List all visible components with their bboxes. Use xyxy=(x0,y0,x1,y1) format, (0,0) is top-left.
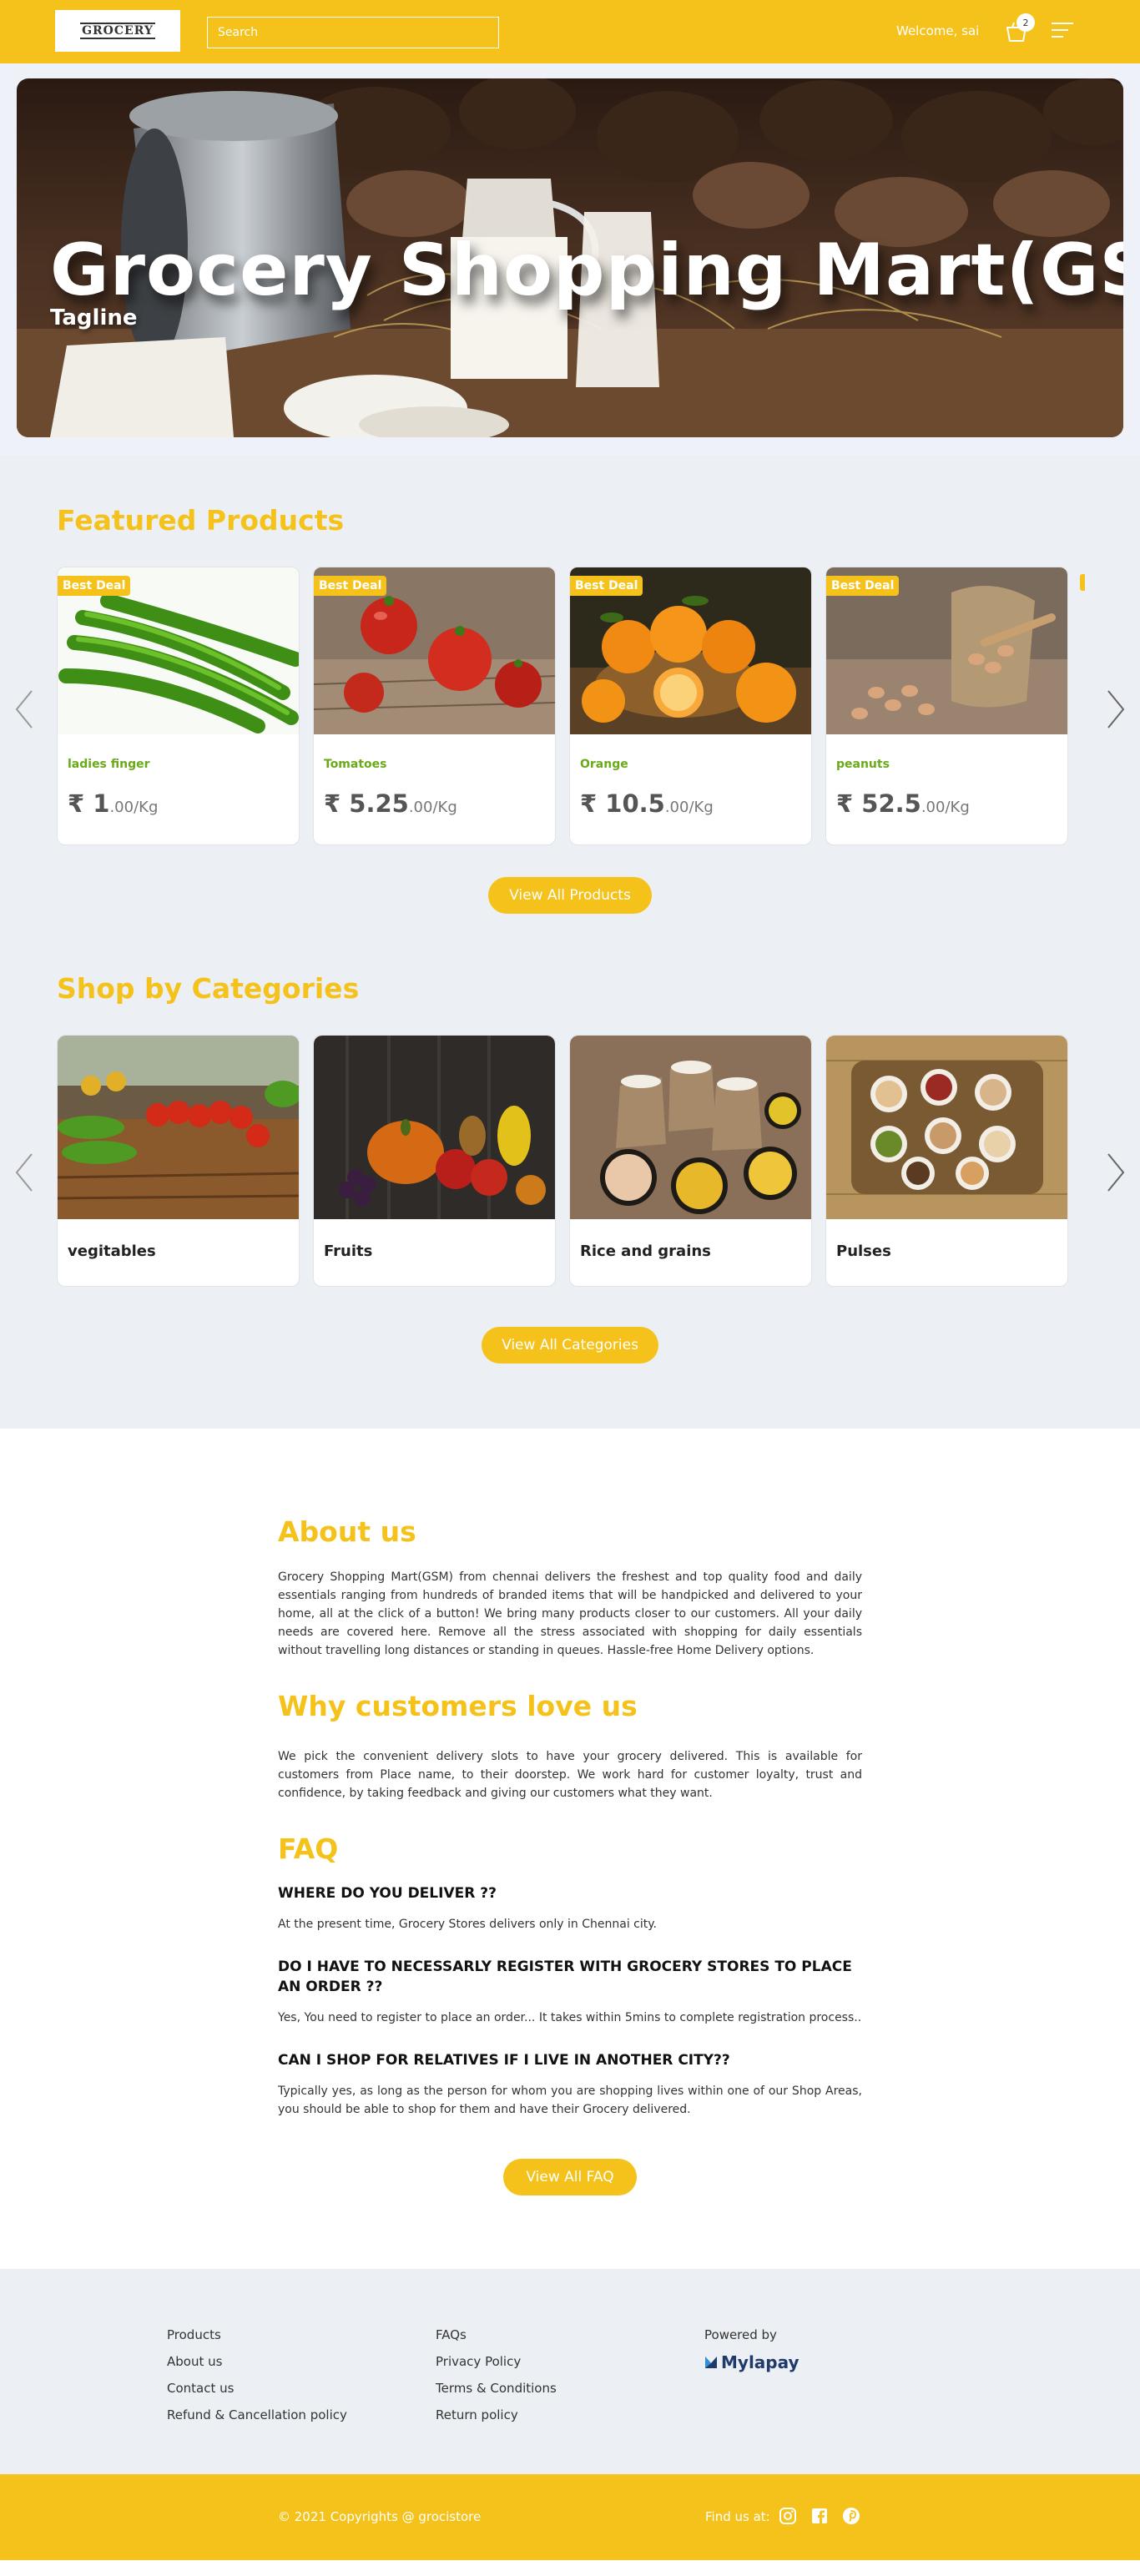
category-image-fruits xyxy=(314,1036,555,1219)
categories-section: Shop by Categories vegitables Fruits Ric… xyxy=(0,942,1140,1429)
product-card[interactable]: Best Deal peanuts ₹ 52.5.00/Kg xyxy=(825,567,1068,845)
faq-answer: Typically yes, as long as the person for… xyxy=(278,2084,862,2116)
copyright-text: © 2021 Copyrights @ grocistore xyxy=(278,2509,482,2524)
mylapay-logo[interactable]: Mylapay xyxy=(704,2352,800,2372)
category-carousel: vegitables Fruits Rice and grains Pulses xyxy=(57,1035,1140,1287)
faq-question: WHERE DO YOU DELIVER ?? xyxy=(278,1885,497,1902)
footer-link-terms[interactable]: Terms & Conditions xyxy=(436,2381,557,2396)
about-section: About us Grocery Shopping Mart(GSM) from… xyxy=(0,1429,1140,2269)
best-deal-badge: Best Deal xyxy=(314,576,387,596)
categories-next-icon[interactable] xyxy=(1107,1152,1125,1192)
footer-bottom-bar: © 2021 Copyrights @ grocistore Find us a… xyxy=(0,2474,1140,2560)
product-name: peanuts xyxy=(836,758,890,771)
price-main: ₹ 1 xyxy=(68,789,110,818)
hero-banner: Grocery Shopping Mart(GSM) Tagline xyxy=(17,78,1123,437)
footer-link-privacy-policy[interactable]: Privacy Policy xyxy=(436,2354,557,2369)
footer-column-1: Products About us Contact us Refund & Ca… xyxy=(167,2327,347,2434)
product-carousel: Best Deal ladies finger ₹ 1.00/Kg Best D… xyxy=(57,567,1140,845)
footer-column-3: Powered by Mylapay xyxy=(704,2327,800,2372)
price-unit: .00/Kg xyxy=(109,799,159,816)
next-card-peek xyxy=(1080,574,1085,591)
product-image-tomatoes: Best Deal xyxy=(314,567,555,734)
category-card[interactable]: vegitables xyxy=(57,1035,300,1287)
why-text: We pick the convenient delivery slots to… xyxy=(278,1750,862,1800)
best-deal-badge: Best Deal xyxy=(58,576,131,596)
footer-link-products[interactable]: Products xyxy=(167,2327,347,2342)
welcome-text: Welcome, sai xyxy=(896,23,980,38)
facebook-icon[interactable] xyxy=(810,2506,830,2526)
cart-count-badge: 2 xyxy=(1016,13,1035,32)
footer-link-contact-us[interactable]: Contact us xyxy=(167,2381,347,2396)
faq-answer: At the present time, Grocery Stores deli… xyxy=(278,1918,658,1931)
menu-icon[interactable] xyxy=(1050,20,1075,40)
category-name: Fruits xyxy=(324,1243,373,1260)
view-all-products-button[interactable]: View All Products xyxy=(488,877,652,914)
category-card[interactable]: Pulses xyxy=(825,1035,1068,1287)
categories-title: Shop by Categories xyxy=(57,972,360,1005)
faq-question: CAN I SHOP FOR RELATIVES IF I LIVE IN AN… xyxy=(278,2052,730,2069)
find-us-label: Find us at: xyxy=(705,2509,770,2524)
pinterest-icon[interactable] xyxy=(841,2506,861,2526)
product-price: ₹ 5.25.00/Kg xyxy=(324,789,555,818)
footer-link-refund-policy[interactable]: Refund & Cancellation policy xyxy=(167,2407,347,2422)
hero-tagline: Tagline xyxy=(50,305,138,330)
product-name: Tomatoes xyxy=(324,758,387,771)
view-all-faq-button[interactable]: View All FAQ xyxy=(503,2159,637,2195)
category-name: Pulses xyxy=(836,1243,891,1260)
logo-text: GROCERY xyxy=(80,23,155,39)
instagram-icon[interactable] xyxy=(778,2506,798,2526)
product-price: ₹ 52.5.00/Kg xyxy=(836,789,1067,818)
about-text: Grocery Shopping Mart(GSM) from chennai … xyxy=(278,1570,862,1657)
price-main: ₹ 5.25 xyxy=(324,789,409,818)
mylapay-mark-icon xyxy=(705,2357,717,2368)
carousel-prev-icon[interactable] xyxy=(15,689,33,729)
product-price: ₹ 10.5.00/Kg xyxy=(580,789,811,818)
price-unit: .00/Kg xyxy=(921,799,970,816)
powered-by-label: Powered by xyxy=(704,2327,777,2342)
price-unit: .00/Kg xyxy=(664,799,714,816)
category-card[interactable]: Rice and grains xyxy=(569,1035,812,1287)
categories-prev-icon[interactable] xyxy=(15,1152,33,1192)
best-deal-badge: Best Deal xyxy=(570,576,643,596)
footer-link-about-us[interactable]: About us xyxy=(167,2354,347,2369)
price-main: ₹ 10.5 xyxy=(580,789,665,818)
product-price: ₹ 1.00/Kg xyxy=(68,789,299,818)
about-title: About us xyxy=(278,1515,416,1548)
featured-products-title: Featured Products xyxy=(57,504,345,537)
price-unit: .00/Kg xyxy=(408,799,457,816)
search-input[interactable] xyxy=(207,17,499,48)
price-main: ₹ 52.5 xyxy=(836,789,921,818)
why-title: Why customers love us xyxy=(278,1690,638,1722)
product-image-orange: Best Deal xyxy=(570,567,811,734)
category-name: Rice and grains xyxy=(580,1243,711,1260)
product-image-peanuts: Best Deal xyxy=(826,567,1067,734)
category-image-rice-and-grains xyxy=(570,1036,811,1219)
view-all-categories-button[interactable]: View All Categories xyxy=(482,1327,658,1364)
product-image-ladies-finger: Best Deal xyxy=(58,567,299,734)
featured-products-section: Featured Products Best Deal ladies finge… xyxy=(0,456,1140,942)
product-name: ladies finger xyxy=(68,758,150,771)
faq-answer: Yes, You need to register to place an or… xyxy=(278,2011,862,2024)
hero-title: Grocery Shopping Mart(GSM) xyxy=(50,229,1123,312)
hero-section: Grocery Shopping Mart(GSM) Tagline xyxy=(0,63,1140,456)
product-card[interactable]: Best Deal ladies finger ₹ 1.00/Kg xyxy=(57,567,300,845)
mylapay-text: Mylapay xyxy=(721,2352,800,2372)
best-deal-badge: Best Deal xyxy=(826,576,900,596)
category-image-vegetables xyxy=(58,1036,299,1219)
footer-links: Products About us Contact us Refund & Ca… xyxy=(0,2269,1140,2474)
category-card[interactable]: Fruits xyxy=(313,1035,556,1287)
footer-link-faqs[interactable]: FAQs xyxy=(436,2327,557,2342)
top-header: GROCERY Welcome, sai 2 xyxy=(0,0,1140,63)
category-image-pulses xyxy=(826,1036,1067,1219)
category-name: vegitables xyxy=(68,1243,156,1260)
faq-title: FAQ xyxy=(278,1832,339,1865)
footer-column-2: FAQs Privacy Policy Terms & Conditions R… xyxy=(436,2327,557,2434)
footer-link-return-policy[interactable]: Return policy xyxy=(436,2407,557,2422)
carousel-next-icon[interactable] xyxy=(1107,689,1125,729)
site-logo[interactable]: GROCERY xyxy=(55,10,180,52)
product-card[interactable]: Best Deal Orange ₹ 10.5.00/Kg xyxy=(569,567,812,845)
product-name: Orange xyxy=(580,758,628,771)
faq-question: DO I HAVE TO NECESSARLY REGISTER WITH GR… xyxy=(278,1958,852,1995)
product-card[interactable]: Best Deal Tomatoes ₹ 5.25.00/Kg xyxy=(313,567,556,845)
